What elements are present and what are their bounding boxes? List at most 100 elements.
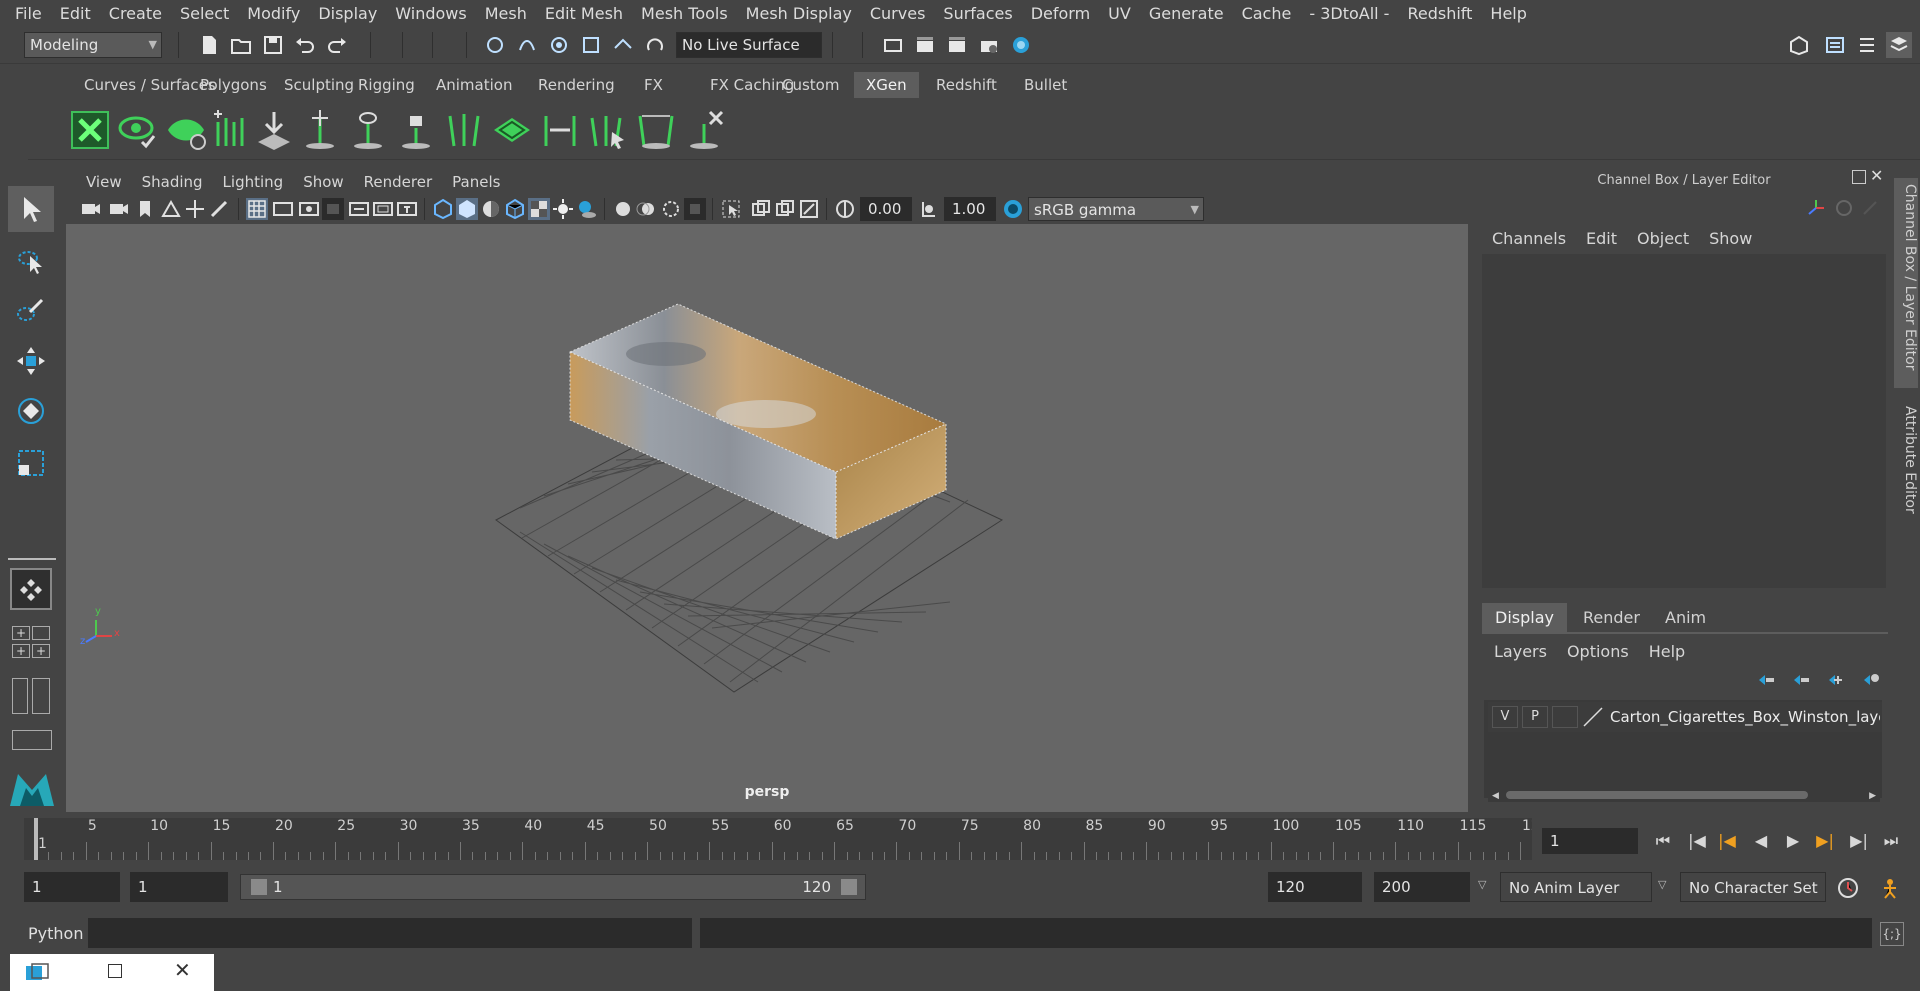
layer-scrollbar[interactable]: ◀ ▶ — [1488, 788, 1880, 802]
channel-box-area[interactable] — [1482, 254, 1886, 588]
current-frame-marker[interactable] — [34, 818, 38, 860]
gamma-icon[interactable] — [918, 198, 940, 220]
layer-color-swatch-icon[interactable] — [1582, 706, 1604, 728]
channel-menu-object[interactable]: Object — [1627, 229, 1699, 248]
menu-select[interactable]: Select — [171, 0, 238, 28]
menu-display[interactable]: Display — [309, 0, 386, 28]
command-input[interactable] — [88, 918, 692, 948]
viewport-menu-renderer[interactable]: Renderer — [354, 173, 442, 191]
image-plane-icon[interactable] — [160, 198, 182, 220]
maximize-icon[interactable] — [108, 964, 122, 978]
menu-mesh-display[interactable]: Mesh Display — [737, 0, 861, 28]
menu-curves[interactable]: Curves — [861, 0, 935, 28]
exposure-icon[interactable] — [834, 198, 856, 220]
safe-action-icon[interactable] — [372, 198, 394, 220]
camera-attributes-icon[interactable] — [108, 198, 130, 220]
open-scene-button[interactable] — [228, 32, 254, 58]
chevron-down-icon[interactable]: ▽ — [1478, 878, 1486, 891]
channel-box-side-tab[interactable]: Channel Box / Layer Editor — [1894, 178, 1918, 388]
step-back-frame-button[interactable]: |◀ — [1714, 828, 1740, 854]
menu-file[interactable]: File — [6, 0, 51, 28]
safe-title-icon[interactable] — [396, 198, 418, 220]
layer-playback-toggle[interactable]: P — [1522, 706, 1548, 728]
channel-menu-show[interactable]: Show — [1699, 229, 1762, 248]
menu-help[interactable]: Help — [1481, 0, 1535, 28]
tool-settings-button[interactable] — [1854, 32, 1880, 58]
gamma-field[interactable]: 1.00 — [944, 197, 996, 221]
xray-icon[interactable] — [750, 198, 772, 220]
scroll-right-icon[interactable]: ▶ — [1869, 791, 1876, 801]
layer-row[interactable]: V P Carton_Cigarettes_Box_Winston_laye — [1488, 702, 1882, 732]
scrollbar-thumb[interactable] — [1506, 791, 1808, 799]
xgen-x-icon[interactable] — [68, 108, 112, 152]
range-slider[interactable]: 1 120 — [240, 874, 866, 900]
channel-menu-channels[interactable]: Channels — [1482, 229, 1576, 248]
new-scene-button[interactable] — [196, 32, 222, 58]
lights-sun-icon[interactable] — [552, 198, 574, 220]
four-view-layout-button[interactable]: + + + — [12, 626, 52, 660]
shelf-tab-custom[interactable]: Custom — [770, 72, 851, 98]
anti-aliasing-icon[interactable] — [660, 198, 682, 220]
playback-start-field[interactable]: 1 — [130, 872, 228, 902]
ambient-occlusion-icon[interactable] — [612, 198, 634, 220]
move-layer-up-icon[interactable] — [1756, 670, 1776, 690]
render-view-button[interactable] — [976, 32, 1002, 58]
layer-tab-display[interactable]: Display — [1482, 603, 1567, 633]
undo-button[interactable] — [292, 32, 318, 58]
guide-visibility-icon[interactable] — [346, 108, 390, 152]
snap-curve-button[interactable] — [514, 32, 540, 58]
channel-speed-icon[interactable] — [1834, 198, 1854, 218]
menu-modify[interactable]: Modify — [238, 0, 309, 28]
place-guide-icon[interactable] — [252, 108, 296, 152]
play-backwards-button[interactable]: ◀ — [1748, 828, 1774, 854]
bookmark-icon[interactable] — [134, 198, 156, 220]
guides-rebuild-icon[interactable] — [442, 108, 486, 152]
render-frame-button[interactable] — [912, 32, 938, 58]
float-panel-icon[interactable] — [1852, 170, 1866, 184]
layers-toggle-button[interactable] — [1886, 32, 1912, 58]
shelf-tab-fx[interactable]: FX — [632, 72, 675, 98]
live-surface-button[interactable] — [642, 32, 668, 58]
xray-joints-icon[interactable] — [774, 198, 796, 220]
channel-menu-edit[interactable]: Edit — [1576, 229, 1627, 248]
2d-pan-zoom-icon[interactable] — [184, 198, 206, 220]
delete-guide-icon[interactable] — [682, 108, 726, 152]
animation-start-field[interactable]: 1 — [24, 872, 120, 902]
shadows-icon[interactable] — [576, 198, 598, 220]
menu-edit[interactable]: Edit — [51, 0, 100, 28]
menu-create[interactable]: Create — [100, 0, 171, 28]
new-layer-icon[interactable] — [1826, 670, 1846, 690]
snap-surface-button[interactable] — [610, 32, 636, 58]
menu-deform[interactable]: Deform — [1022, 0, 1099, 28]
go-to-start-button[interactable]: ⏮ — [1650, 828, 1676, 854]
wireframe-on-shaded-icon[interactable] — [504, 198, 526, 220]
time-slider[interactable]: 1 5 10 15 20 25 30 35 40 45 50 55 60 65 70 75 80 85 90 95 10… — [24, 818, 1532, 860]
xray-components-icon[interactable] — [798, 198, 820, 220]
shelf-tab-animation[interactable]: Animation — [424, 72, 524, 98]
menu-uv[interactable]: UV — [1099, 0, 1140, 28]
paint-select-tool-button[interactable] — [8, 288, 54, 334]
menu-cache[interactable]: Cache — [1233, 0, 1301, 28]
leaf-disabled-icon[interactable] — [164, 108, 208, 152]
film-gate-icon[interactable] — [272, 198, 294, 220]
range-slider-end-handle[interactable] — [841, 879, 857, 895]
lasso-tool-button[interactable] — [8, 238, 54, 284]
channel-hyper-icon[interactable] — [1860, 198, 1880, 218]
field-chart-icon[interactable] — [348, 198, 370, 220]
layer-menu-layers[interactable]: Layers — [1484, 642, 1557, 661]
modeling-toolkit-button[interactable] — [1786, 32, 1812, 58]
script-editor-icon[interactable]: {;} — [1880, 922, 1904, 946]
hypershade-button[interactable] — [1008, 32, 1034, 58]
character-set-dropdown[interactable]: No Character Set — [1680, 872, 1826, 902]
step-forward-key-button[interactable]: ▶| — [1846, 828, 1872, 854]
step-back-key-button[interactable]: |◀ — [1684, 828, 1710, 854]
shelf-tab-redshift[interactable]: Redshift — [924, 72, 1009, 98]
viewport-menu-view[interactable]: View — [76, 173, 132, 191]
new-layer-from-selection-icon[interactable] — [1861, 670, 1881, 690]
wireframe-cube-icon[interactable] — [432, 198, 454, 220]
snap-view-button[interactable] — [578, 32, 604, 58]
motion-blur-icon[interactable] — [636, 198, 658, 220]
guide-region-icon[interactable] — [634, 108, 678, 152]
layer-display-type-toggle[interactable] — [1552, 706, 1578, 728]
auto-key-icon[interactable] — [1836, 876, 1860, 900]
